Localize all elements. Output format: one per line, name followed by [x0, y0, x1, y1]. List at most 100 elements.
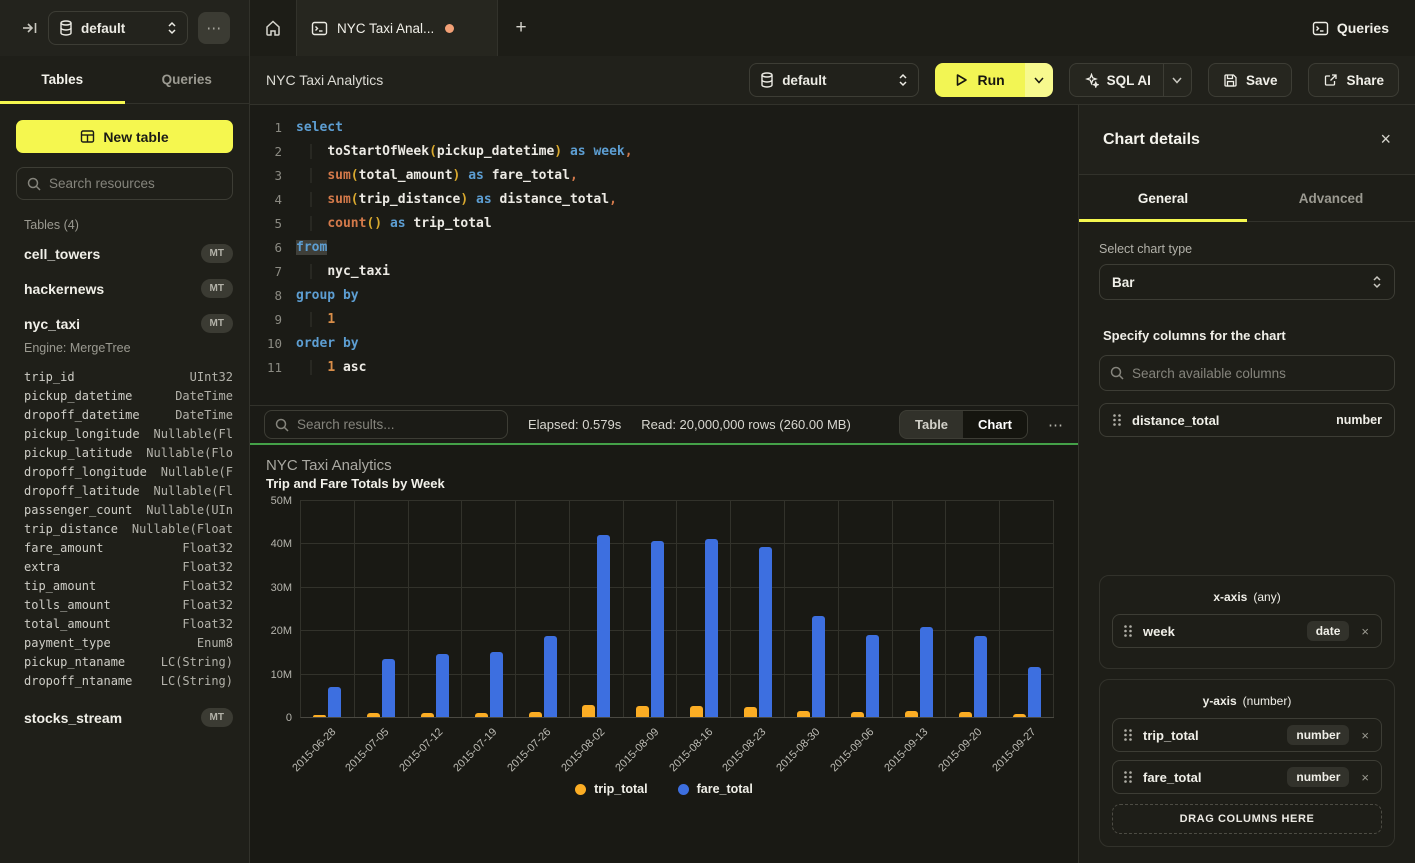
bar-fare_total[interactable]	[974, 636, 987, 717]
drag-handle-icon[interactable]	[1123, 624, 1133, 638]
bar-trip_total[interactable]	[636, 706, 649, 717]
sidebar-table-item[interactable]: stocks_streamMT	[0, 700, 249, 735]
bar-fare_total[interactable]	[812, 616, 825, 717]
topbar-more-button[interactable]: ⋯	[198, 12, 230, 44]
bar-trip_total[interactable]	[313, 715, 326, 717]
line-code: nyc_taxi	[296, 264, 390, 279]
column-name: extra	[24, 560, 60, 574]
drag-handle-icon[interactable]	[1123, 728, 1133, 742]
bar-fare_total[interactable]	[544, 636, 557, 717]
bar-fare_total[interactable]	[866, 635, 879, 717]
sidebar-table-item[interactable]: cell_towersMT	[0, 236, 249, 271]
available-column-item[interactable]: distance_totalnumber	[1099, 403, 1395, 437]
tab-advanced[interactable]: Advanced	[1247, 175, 1415, 221]
bar-trip_total[interactable]	[797, 711, 810, 717]
view-toggle-table[interactable]: Table	[900, 411, 963, 438]
sidebar-search-input[interactable]	[49, 176, 222, 191]
remove-column-icon[interactable]: ×	[1359, 728, 1371, 743]
save-button[interactable]: Save	[1208, 63, 1293, 97]
bar-trip_total[interactable]	[1013, 714, 1026, 717]
y-axis-card: y-axis(number) trip_totalnumber×fare_tot…	[1099, 679, 1395, 847]
column-name: trip_distance	[24, 522, 118, 536]
columns-search-input[interactable]	[1132, 366, 1384, 381]
share-icon	[1323, 73, 1338, 88]
new-table-button[interactable]: New table	[16, 120, 233, 153]
chart-type-select[interactable]: Bar	[1099, 264, 1395, 300]
bar-trip_total[interactable]	[690, 706, 703, 717]
drag-handle-icon[interactable]	[1112, 413, 1122, 427]
new-tab-button[interactable]: +	[498, 0, 544, 56]
editor-line: 6from	[250, 235, 1078, 259]
axis-column-item[interactable]: weekdate×	[1112, 614, 1382, 648]
collapse-sidebar-button[interactable]	[22, 21, 38, 35]
bar-trip_total[interactable]	[582, 705, 595, 717]
close-icon[interactable]: ×	[1380, 129, 1391, 150]
bar-fare_total[interactable]	[920, 627, 933, 717]
y-tick-label: 40M	[271, 538, 292, 550]
bar-fare_total[interactable]	[597, 535, 610, 717]
run-button[interactable]: Run	[935, 63, 1024, 97]
run-options-button[interactable]	[1025, 63, 1053, 97]
home-button[interactable]	[250, 0, 296, 56]
bar-fare_total[interactable]	[436, 654, 449, 717]
bar-fare_total[interactable]	[705, 539, 718, 717]
share-button[interactable]: Share	[1308, 63, 1399, 97]
bar-trip_total[interactable]	[529, 712, 542, 717]
legend-item[interactable]: trip_total	[575, 782, 647, 796]
bar-trip_total[interactable]	[905, 711, 918, 717]
bar-trip_total[interactable]	[851, 712, 864, 717]
view-toggle-chart[interactable]: Chart	[963, 411, 1027, 438]
column-name: tip_amount	[24, 579, 96, 593]
queries-button[interactable]: Queries	[1312, 20, 1389, 37]
column-item: pickup_latitudeNullable(Flo	[0, 443, 249, 462]
bar-fare_total[interactable]	[759, 547, 772, 717]
bar-trip_total[interactable]	[744, 707, 757, 717]
sidebar-tab-queries[interactable]: Queries	[125, 56, 250, 103]
legend-item[interactable]: fare_total	[678, 782, 753, 796]
bar-fare_total[interactable]	[328, 687, 341, 717]
sidebar-table-item[interactable]: hackernewsMT	[0, 271, 249, 306]
tab-title: NYC Taxi Anal...	[337, 21, 434, 36]
remove-column-icon[interactable]: ×	[1359, 624, 1371, 639]
sql-editor[interactable]: 1select2 toStartOfWeek(pickup_datetime) …	[250, 105, 1078, 405]
sidebar-table-item[interactable]: nyc_taxiMT	[0, 306, 249, 341]
bar-fare_total[interactable]	[651, 541, 664, 717]
app-window: default ⋯ NYC Taxi Anal... +	[0, 0, 1415, 863]
column-name: pickup_latitude	[24, 446, 132, 460]
column-type: DateTime	[175, 389, 233, 403]
remove-column-icon[interactable]: ×	[1359, 770, 1371, 785]
column-name: passenger_count	[24, 503, 132, 517]
bar-trip_total[interactable]	[367, 713, 380, 717]
table-name: nyc_taxi	[24, 316, 80, 332]
sql-ai-button[interactable]: SQL AI	[1069, 63, 1192, 97]
sql-ai-options-button[interactable]	[1163, 64, 1191, 96]
chart-details-header: Chart details ×	[1079, 105, 1415, 175]
tab-nyc-taxi-analytics[interactable]: NYC Taxi Anal...	[296, 0, 498, 56]
axis-column-item[interactable]: trip_totalnumber×	[1112, 718, 1382, 752]
chart-details-tabs: General Advanced	[1079, 175, 1415, 222]
topbar-left: default ⋯	[0, 0, 250, 56]
tab-general[interactable]: General	[1079, 175, 1247, 221]
results-toolbar: Elapsed: 0.579s Read: 20,000,000 rows (2…	[250, 405, 1078, 443]
drag-columns-drop-zone[interactable]: DRAG COLUMNS HERE	[1112, 804, 1382, 834]
bar-fare_total[interactable]	[382, 659, 395, 717]
x-tick: 2015-07-26	[515, 718, 569, 782]
bar-trip_total[interactable]	[475, 713, 488, 717]
sidebar-tab-tables[interactable]: Tables	[0, 56, 125, 103]
line-number: 11	[250, 360, 282, 375]
line-number: 5	[250, 216, 282, 231]
axis-column-item[interactable]: fare_totalnumber×	[1112, 760, 1382, 794]
toolbar-database-selector[interactable]: default	[749, 63, 919, 97]
bar-trip_total[interactable]	[421, 713, 434, 717]
column-item: payment_typeEnum8	[0, 633, 249, 652]
bar-fare_total[interactable]	[1028, 667, 1041, 717]
results-more-button[interactable]: ⋯	[1048, 416, 1064, 434]
editor-line: 2 toStartOfWeek(pickup_datetime) as week…	[250, 139, 1078, 163]
results-search-input[interactable]	[297, 417, 497, 432]
drag-handle-icon[interactable]	[1123, 770, 1133, 784]
column-item: total_amountFloat32	[0, 614, 249, 633]
column-name: dropoff_longitude	[24, 465, 147, 479]
bar-trip_total[interactable]	[959, 712, 972, 717]
topbar-database-selector[interactable]: default	[48, 11, 188, 45]
bar-fare_total[interactable]	[490, 652, 503, 717]
